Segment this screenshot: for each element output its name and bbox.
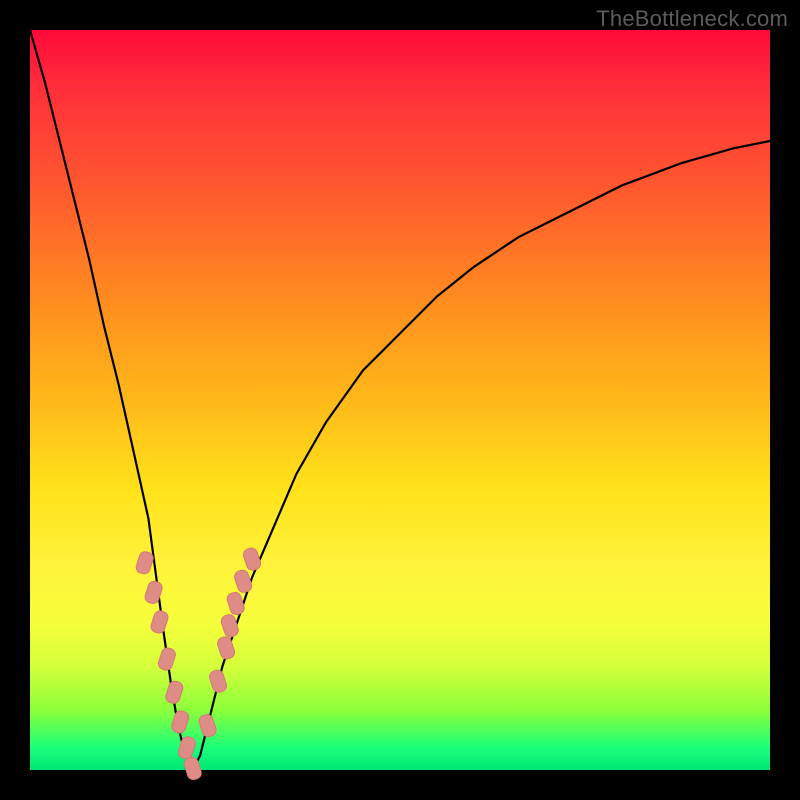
marker-point (177, 735, 197, 760)
watermark-text: TheBottleneck.com (596, 6, 788, 32)
marker-point (135, 550, 155, 575)
marker-point (149, 609, 169, 634)
marker-point (157, 646, 177, 671)
marker-point (216, 635, 236, 660)
marker-group (135, 546, 262, 781)
marker-point (170, 709, 190, 734)
marker-point (242, 546, 262, 571)
curve-right-branch (193, 141, 770, 770)
marker-point (164, 680, 184, 705)
marker-point (226, 591, 246, 616)
marker-point (144, 580, 164, 605)
chart-svg (30, 30, 770, 770)
marker-point (220, 613, 240, 638)
marker-point (198, 713, 218, 738)
plot-area (30, 30, 770, 770)
marker-point (208, 669, 228, 694)
outer-frame: TheBottleneck.com (0, 0, 800, 800)
marker-point (183, 756, 203, 781)
marker-point (233, 569, 253, 594)
